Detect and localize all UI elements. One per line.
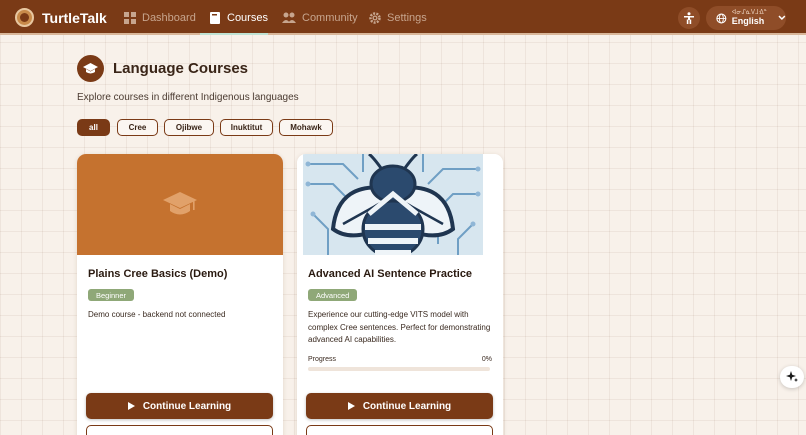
continue-learning-label: Continue Learning xyxy=(362,400,452,412)
nav-dashboard[interactable]: Dashboard xyxy=(124,0,196,35)
page-title: Language Courses xyxy=(113,60,249,77)
accessibility-button[interactable] xyxy=(678,7,700,29)
ai-assistant-button[interactable] xyxy=(780,366,804,388)
filter-all[interactable]: all xyxy=(77,119,110,136)
course-image xyxy=(297,154,503,255)
globe-icon xyxy=(716,12,727,24)
continue-learning-button[interactable]: Continue Learning xyxy=(306,393,493,419)
play-icon xyxy=(347,402,355,410)
gear-icon xyxy=(369,11,381,24)
course-title: Advanced AI Sentence Practice xyxy=(308,268,473,280)
nav-dashboard-label: Dashboard xyxy=(142,11,196,24)
course-title: Plains Cree Basics (Demo) xyxy=(88,268,228,280)
level-badge: Advanced xyxy=(308,289,358,301)
turtle-logo-icon[interactable] xyxy=(15,8,34,27)
course-description: Demo course - backend not connected xyxy=(88,310,226,319)
filter-ojibwe[interactable]: Ojibwe xyxy=(164,119,214,136)
sparkle-icon xyxy=(786,371,798,382)
nav-courses[interactable]: Courses xyxy=(209,0,268,35)
secondary-button[interactable] xyxy=(306,425,493,435)
course-card[interactable]: Advanced AI Sentence Practice Advanced E… xyxy=(297,154,503,435)
filter-inuktitut[interactable]: Inuktitut xyxy=(220,119,273,136)
active-tab-indicator xyxy=(200,33,268,35)
secondary-button[interactable] xyxy=(86,425,273,435)
filter-mohawk[interactable]: Mohawk xyxy=(279,119,333,136)
play-icon xyxy=(127,402,135,410)
grid-icon xyxy=(124,11,136,24)
progress-bar xyxy=(308,367,490,371)
nav-settings[interactable]: Settings xyxy=(369,0,427,35)
progress-value: 0% xyxy=(481,356,492,363)
graduation-cap-icon xyxy=(163,191,197,214)
language-selector[interactable]: ᐊᓂᔑᓈᐯᒧᐎᓐ English xyxy=(706,6,786,30)
people-icon xyxy=(282,12,296,23)
ai-bee-illustration xyxy=(303,154,483,255)
nav-settings-label: Settings xyxy=(387,11,427,24)
level-badge: Beginner xyxy=(88,289,135,301)
course-description: Experience our cutting-edge VITS model w… xyxy=(308,310,491,344)
nav-community[interactable]: Community xyxy=(282,0,358,35)
course-card[interactable]: Plains Cree Basics (Demo) Beginner Demo … xyxy=(77,154,283,435)
filter-cree[interactable]: Cree xyxy=(117,119,158,136)
accessibility-icon xyxy=(684,12,694,24)
continue-learning-button[interactable]: Continue Learning xyxy=(86,393,273,419)
progress-label: Progress xyxy=(308,356,337,363)
app-name[interactable]: TurtleTalk xyxy=(42,10,107,26)
language-label: English xyxy=(731,16,765,26)
page-subtitle: Explore courses in different Indigenous … xyxy=(77,92,299,103)
chevron-down-icon xyxy=(778,15,786,21)
continue-learning-label: Continue Learning xyxy=(142,400,232,412)
nav-courses-label: Courses xyxy=(227,11,268,24)
course-image-placeholder xyxy=(77,154,283,255)
graduation-cap-icon xyxy=(77,55,104,82)
nav-community-label: Community xyxy=(302,11,358,24)
book-icon xyxy=(210,11,220,24)
top-navigation-bar: TurtleTalk Dashboard Courses Community S… xyxy=(0,0,806,35)
